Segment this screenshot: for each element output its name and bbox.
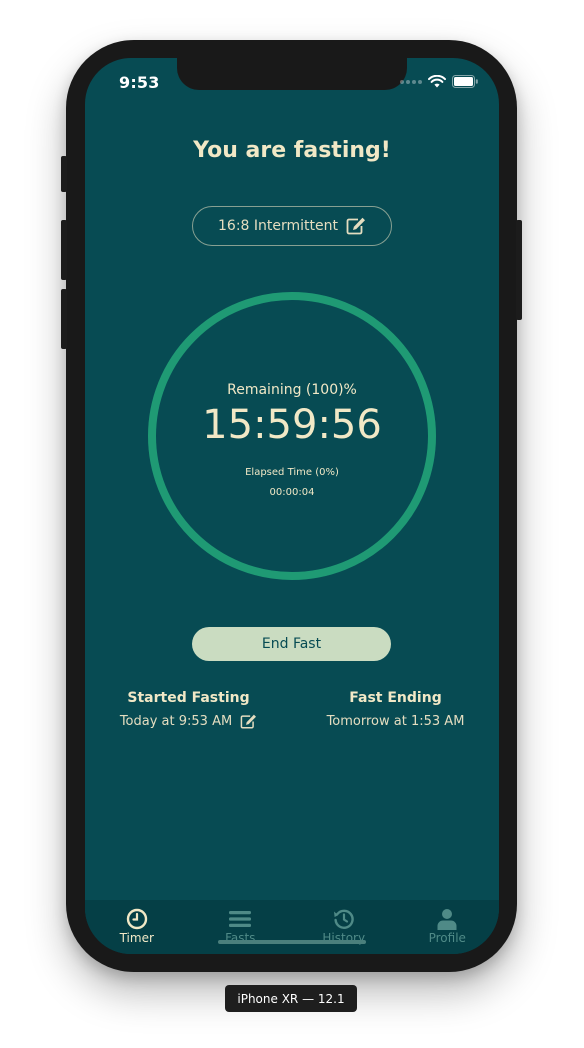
app-screen: 9:53 You are fasting! 16:8 Intermittent … [85,58,499,954]
volume-down-button [61,289,67,349]
volume-up-button [61,220,67,280]
edit-icon [346,217,365,235]
battery-icon [452,75,478,88]
wifi-icon [428,75,446,88]
edit-start-icon[interactable] [240,714,257,729]
notch [177,58,407,90]
end-fast-button[interactable]: End Fast [192,627,391,661]
elapsed-label: Elapsed Time (0%) [245,467,339,478]
clock-icon [126,908,147,930]
cellular-signal-icon [400,79,422,84]
ending-value: Tomorrow at 1:53 AM [326,714,465,729]
tab-timer[interactable]: Timer [85,900,189,954]
power-button [516,220,522,320]
tab-bar: Timer Fasts History Profile [85,900,499,954]
started-value: Today at 9:53 AM [119,714,233,729]
ending-value-row: Tomorrow at 1:53 AM [292,714,499,729]
status-time: 9:53 [119,73,160,92]
page-title: You are fasting! [193,138,391,163]
fasting-plan-button[interactable]: 16:8 Intermittent [192,206,392,246]
tab-history[interactable]: History [292,900,396,954]
list-icon [229,911,252,927]
ending-heading: Fast Ending [349,690,442,706]
tab-fasts[interactable]: Fasts [189,900,293,954]
history-icon [333,909,354,929]
started-value-row: Today at 9:53 AM [85,714,292,729]
tab-profile[interactable]: Profile [396,900,500,954]
status-indicators [400,75,479,88]
user-icon [437,909,457,930]
tab-timer-label: Timer [119,931,154,945]
fast-ending-section: Fast Ending Tomorrow at 1:53 AM [292,690,499,729]
simulator-label: iPhone XR — 12.1 [225,985,357,1012]
remaining-label: Remaining (100)% [227,382,357,398]
started-heading: Started Fasting [127,690,250,706]
mute-switch [61,156,67,192]
home-indicator[interactable] [218,940,366,944]
plan-label: 16:8 Intermittent [218,218,338,234]
remaining-time: 15:59:56 [202,402,382,448]
started-fasting-section: Started Fasting Today at 9:53 AM [85,690,292,729]
tab-profile-label: Profile [428,931,466,945]
elapsed-time: 00:00:04 [269,487,315,498]
